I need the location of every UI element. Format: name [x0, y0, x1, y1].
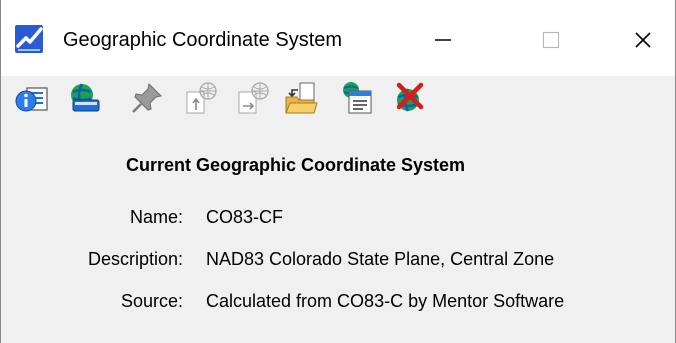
export-coordinate-system-icon — [238, 82, 269, 114]
delete-coordinate-system-icon — [396, 82, 424, 112]
name-row: Name: CO83-CF — [1, 204, 675, 230]
report-button[interactable] — [339, 80, 375, 116]
name-value: CO83-CF — [206, 207, 284, 227]
description-label: Description: — [87, 249, 183, 269]
open-folder-icon — [285, 82, 318, 114]
maximize-button[interactable] — [531, 22, 571, 58]
pin-button[interactable] — [129, 80, 165, 116]
window-title: Geographic Coordinate System — [63, 29, 343, 51]
open-file-button[interactable] — [283, 80, 319, 116]
description-value: NAD83 Colorado State Plane, Central Zone — [206, 249, 555, 269]
panel-heading: Current Geographic Coordinate System — [126, 155, 466, 175]
select-from-library-button[interactable] — [67, 80, 103, 116]
import-coordinate-system-icon — [186, 82, 217, 114]
source-value: Calculated from CO83-C by Mentor Softwar… — [206, 291, 565, 311]
minimize-icon — [435, 39, 451, 41]
app-logo-icon — [14, 24, 44, 54]
pin-icon — [132, 82, 163, 113]
properties-info-icon — [15, 87, 48, 112]
delete-button[interactable] — [391, 80, 427, 116]
geographic-coordinate-system-window: Geographic Coordinate System Current Geo… — [0, 0, 676, 343]
name-label: Name: — [129, 207, 183, 227]
description-row: Description: NAD83 Colorado State Plane,… — [1, 246, 675, 272]
toolbar — [1, 76, 675, 122]
properties-button[interactable] — [13, 80, 49, 116]
maximize-icon — [542, 31, 560, 49]
coordinate-report-icon — [343, 82, 372, 114]
import-button[interactable] — [183, 80, 219, 116]
close-button[interactable] — [623, 22, 663, 58]
coordinate-system-panel: Current Geographic Coordinate System Nam… — [1, 122, 675, 343]
close-icon — [635, 32, 651, 48]
minimize-button[interactable] — [423, 22, 463, 58]
source-row: Source: Calculated from CO83-C by Mentor… — [1, 288, 675, 314]
source-label: Source: — [120, 291, 183, 311]
title-bar[interactable]: Geographic Coordinate System — [1, 0, 675, 76]
select-from-library-icon — [71, 83, 100, 112]
export-button[interactable] — [235, 80, 271, 116]
